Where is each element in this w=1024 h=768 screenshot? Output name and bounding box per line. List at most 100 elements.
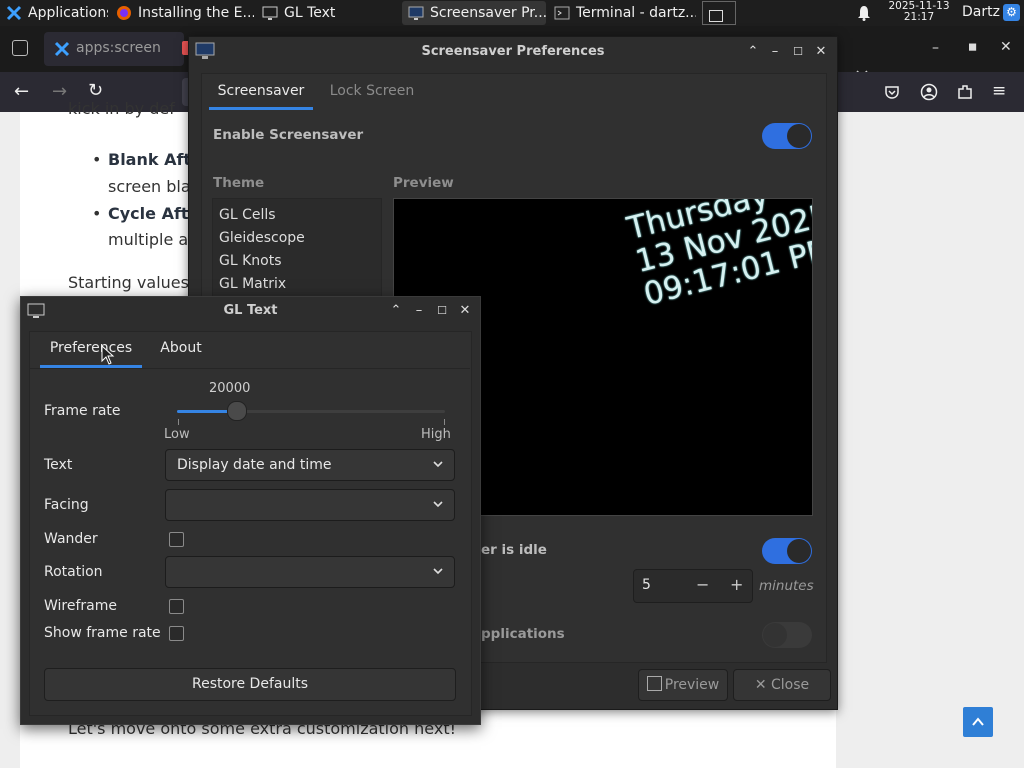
shade-icon[interactable]: ⌃ (388, 303, 404, 319)
slider-tick (178, 419, 179, 425)
applications-switch[interactable] (762, 622, 812, 648)
minutes-value: 5 (642, 577, 651, 593)
slider-handle[interactable] (227, 401, 247, 421)
show-frame-rate-checkbox[interactable] (169, 626, 184, 641)
xfce-logo-icon (6, 5, 22, 21)
decrement-icon[interactable]: − (696, 575, 709, 594)
tab-about[interactable]: About (151, 333, 211, 363)
minimize-icon[interactable]: – (767, 44, 783, 60)
tab-lock-screen[interactable]: Lock Screen (321, 81, 423, 111)
page-text-partial: kick in by def (68, 99, 175, 118)
user-name[interactable]: Dartz (962, 4, 1000, 20)
theme-list-item[interactable]: GL Knots (219, 253, 282, 269)
task-label: Terminal - dartz... (576, 5, 696, 21)
tab-overview-icon[interactable] (12, 40, 28, 56)
show-frame-rate-label: Show frame rate (44, 625, 161, 641)
notebook (29, 331, 472, 716)
chevron-down-icon (433, 568, 443, 575)
close-icon[interactable]: ✕ (457, 303, 473, 319)
minimize-icon[interactable]: – (932, 40, 939, 56)
browser-tab[interactable]: apps:screen (44, 32, 184, 66)
preview-clock-text: Thursday 13 Nov 2025 09:17:01 PM (624, 199, 812, 313)
tab-preferences[interactable]: Preferences (40, 333, 142, 363)
account-icon[interactable] (920, 83, 938, 101)
rotation-combobox[interactable] (165, 556, 455, 588)
chevron-down-icon (433, 461, 443, 468)
bullet2-heading: Cycle Aft (108, 204, 189, 223)
facing-label: Facing (44, 497, 89, 513)
enable-screensaver-switch[interactable] (762, 123, 812, 149)
clock[interactable]: 2025-11-13 21:17 (886, 1, 952, 23)
frame-rate-label: Frame rate (44, 403, 121, 419)
notification-bell-icon[interactable] (856, 5, 872, 21)
task-screensaver[interactable]: Screensaver Pr... (402, 1, 546, 25)
bullet-dot: • (92, 204, 102, 223)
task-firefox[interactable]: Installing the E... (110, 1, 254, 25)
theme-list[interactable]: GL Cells Gleidescope GL Knots GL Matrix (212, 198, 382, 310)
applications-label: pplications (481, 626, 565, 642)
menu-hamburger-icon[interactable]: ≡ (992, 81, 1006, 101)
maximize-icon[interactable]: ◼ (968, 40, 977, 53)
bullet1-heading: Blank Aft (108, 150, 192, 169)
wander-checkbox[interactable] (169, 532, 184, 547)
applications-menu[interactable]: Applications (0, 1, 108, 25)
minutes-spinbutton[interactable]: 5 − + (633, 569, 753, 603)
chevron-up-icon (972, 717, 984, 726)
starting-values-text: Starting values (68, 273, 189, 292)
minimize-icon[interactable]: – (411, 303, 427, 319)
idle-switch[interactable] (762, 538, 812, 564)
extensions-icon[interactable] (956, 83, 974, 101)
restore-defaults-button[interactable]: Restore Defaults (44, 668, 456, 701)
reload-icon[interactable]: ↻ (88, 80, 103, 101)
page-left-margin (0, 112, 20, 768)
wander-label: Wander (44, 531, 98, 547)
theme-list-item[interactable]: GL Cells (219, 207, 276, 223)
theme-list-item[interactable]: Gleidescope (219, 230, 305, 246)
terminal-icon (554, 6, 570, 20)
chevron-down-icon (433, 501, 443, 508)
maximize-icon[interactable]: ☐ (790, 44, 806, 60)
text-label: Text (44, 457, 73, 473)
browser-tab-title: apps:screen (76, 40, 161, 56)
workspace-switcher[interactable] (702, 1, 736, 25)
slider-tick (444, 419, 445, 425)
wireframe-checkbox[interactable] (169, 599, 184, 614)
gltext-window: GL Text ⌃ – ☐ ✕ Preferences About Frame … (20, 296, 481, 725)
forward-icon[interactable]: → (52, 81, 67, 102)
back-icon[interactable]: ← (14, 81, 29, 102)
preview-button[interactable]: Preview (638, 669, 728, 701)
monitor-icon (262, 6, 278, 20)
close-icon[interactable]: ✕ (1000, 39, 1012, 55)
facing-combobox[interactable] (165, 489, 455, 521)
maximize-icon[interactable]: ☐ (434, 303, 450, 319)
shade-icon[interactable]: ⌃ (745, 44, 761, 60)
tab-divider (29, 368, 470, 369)
firefox-icon (117, 6, 131, 20)
task-gltext[interactable]: GL Text (256, 1, 396, 25)
idle-label: er is idle (481, 542, 547, 558)
task-terminal[interactable]: Terminal - dartz... (548, 1, 696, 25)
close-button[interactable]: ✕ Close (733, 669, 831, 701)
slider-low-label: Low (164, 427, 190, 442)
theme-list-item[interactable]: GL Matrix (219, 276, 286, 292)
wireframe-label: Wireframe (44, 598, 118, 614)
rotation-label: Rotation (44, 564, 103, 580)
page-right-margin (836, 112, 1024, 768)
task-label: Screensaver Pr... (430, 5, 546, 21)
frame-rate-value: 20000 (209, 381, 251, 396)
settings-gear-icon[interactable]: ⚙ (1003, 4, 1020, 21)
frame-rate-slider[interactable] (177, 401, 445, 421)
minutes-unit: minutes (759, 578, 814, 594)
close-button-label: Close (771, 677, 810, 693)
increment-icon[interactable]: + (730, 575, 743, 594)
applications-label: Applications (28, 5, 108, 21)
dokuwiki-icon (54, 41, 70, 57)
close-icon[interactable]: ✕ (813, 44, 829, 60)
pocket-icon[interactable] (884, 84, 900, 100)
enable-screensaver-label: Enable Screensaver (213, 127, 364, 143)
preview-icon (646, 676, 662, 691)
slider-high-label: High (421, 427, 451, 442)
text-combobox[interactable]: Display date and time (165, 449, 455, 481)
screensaver-icon (408, 6, 424, 20)
scroll-to-top-button[interactable] (963, 707, 993, 737)
